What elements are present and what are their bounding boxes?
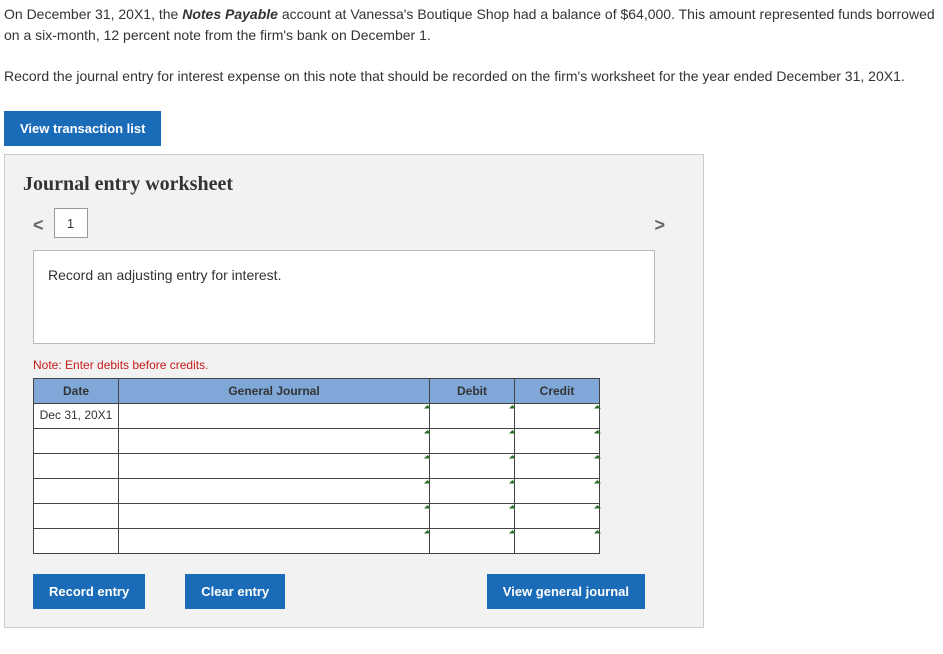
table-row xyxy=(34,504,600,529)
credit-cell[interactable] xyxy=(515,479,600,504)
date-cell[interactable] xyxy=(34,479,119,504)
worksheet-title: Journal entry worksheet xyxy=(23,173,685,196)
date-cell[interactable] xyxy=(34,454,119,479)
header-date: Date xyxy=(34,379,119,404)
date-cell[interactable] xyxy=(34,429,119,454)
credit-cell[interactable] xyxy=(515,454,600,479)
table-row: Dec 31, 20X1 xyxy=(34,404,600,429)
journal-table: Date General Journal Debit Credit Dec 31… xyxy=(33,378,600,554)
date-cell[interactable] xyxy=(34,504,119,529)
tab-row: < 1 > xyxy=(23,210,685,240)
view-general-journal-button[interactable]: View general journal xyxy=(487,574,645,609)
debit-cell[interactable] xyxy=(430,529,515,554)
date-value: Dec 31, 20X1 xyxy=(40,408,113,422)
credit-cell[interactable] xyxy=(515,529,600,554)
general-journal-cell[interactable] xyxy=(119,404,430,429)
header-credit: Credit xyxy=(515,379,600,404)
date-cell[interactable]: Dec 31, 20X1 xyxy=(34,404,119,429)
next-arrow[interactable]: > xyxy=(644,211,675,240)
credit-cell[interactable] xyxy=(515,404,600,429)
debit-cell[interactable] xyxy=(430,454,515,479)
prev-arrow[interactable]: < xyxy=(23,211,54,240)
general-journal-cell[interactable] xyxy=(119,529,430,554)
journal-worksheet-container: Journal entry worksheet < 1 > Record an … xyxy=(4,154,704,628)
record-entry-button[interactable]: Record entry xyxy=(33,574,145,609)
debit-cell[interactable] xyxy=(430,479,515,504)
debit-cell[interactable] xyxy=(430,404,515,429)
notes-payable-em: Notes Payable xyxy=(182,6,278,22)
clear-entry-button[interactable]: Clear entry xyxy=(185,574,285,609)
debits-before-credits-note: Note: Enter debits before credits. xyxy=(33,358,685,372)
general-journal-cell[interactable] xyxy=(119,429,430,454)
table-row xyxy=(34,479,600,504)
general-journal-cell[interactable] xyxy=(119,479,430,504)
credit-cell[interactable] xyxy=(515,504,600,529)
table-row xyxy=(34,529,600,554)
action-button-row: Record entry Clear entry View general jo… xyxy=(33,574,685,609)
date-cell[interactable] xyxy=(34,529,119,554)
debit-cell[interactable] xyxy=(430,429,515,454)
view-transaction-list-button[interactable]: View transaction list xyxy=(4,111,161,146)
tab-1[interactable]: 1 xyxy=(54,208,88,238)
entry-hint: Record an adjusting entry for interest. xyxy=(33,250,655,344)
instruction-text: Record the journal entry for interest ex… xyxy=(4,66,939,87)
credit-cell[interactable] xyxy=(515,429,600,454)
debit-cell[interactable] xyxy=(430,504,515,529)
general-journal-cell[interactable] xyxy=(119,454,430,479)
general-journal-cell[interactable] xyxy=(119,504,430,529)
table-row xyxy=(34,454,600,479)
problem-statement: On December 31, 20X1, the Notes Payable … xyxy=(4,4,939,46)
header-debit: Debit xyxy=(430,379,515,404)
problem-text-pre: On December 31, 20X1, the xyxy=(4,6,182,22)
header-general-journal: General Journal xyxy=(119,379,430,404)
table-row xyxy=(34,429,600,454)
